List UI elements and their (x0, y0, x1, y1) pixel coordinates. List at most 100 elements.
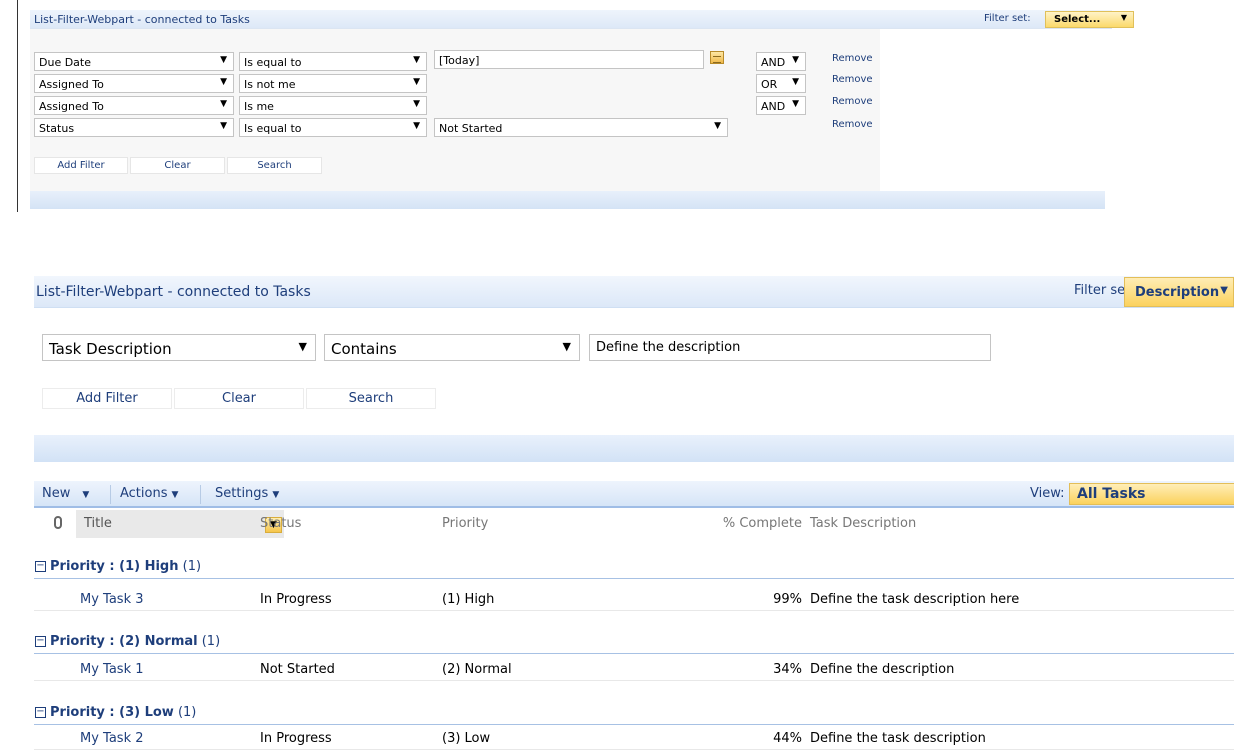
task-priority: (2) Normal (442, 662, 512, 677)
chevron-down-icon: ▼ (220, 55, 227, 65)
chevron-down-icon: ▼ (714, 121, 721, 131)
main-filter-value-input[interactable]: Define the description (589, 334, 991, 361)
top-webpart-title-bar: List-Filter-Webpart - connected to Tasks… (30, 10, 1134, 29)
new-menu-label: New (42, 486, 71, 501)
attachment-icon (54, 516, 62, 529)
list-toolbar: New ▼ Actions ▼ Settings ▼ View: All Tasks … (34, 481, 1234, 508)
filter-4-operator-select[interactable]: Is equal to ▼ (239, 118, 427, 137)
top-filter-set-value: Select... (1054, 14, 1101, 25)
filter-2-operator-select[interactable]: Is not me ▼ (239, 74, 427, 93)
calendar-icon[interactable] (710, 51, 724, 64)
task-description-column-label[interactable]: Task Description (810, 516, 916, 531)
filter-1-conjunction-select[interactable]: AND ▼ (756, 52, 806, 71)
collapse-icon[interactable]: − (35, 707, 46, 718)
main-filter-field-value: Task Description (49, 340, 172, 358)
task-description: Define the task description (810, 731, 986, 746)
view-selector[interactable]: All Tasks ▼ (1069, 483, 1234, 505)
table-row: My Task 3 In Progress (1) High 99% Defin… (34, 589, 1234, 611)
table-row: My Task 2 In Progress (3) Low 44% Define… (34, 728, 1234, 750)
filter-2-remove-link[interactable]: Remove (832, 74, 873, 85)
filter-2-conjunction-value: OR (761, 78, 778, 91)
group-header-text: Priority : (2) Normal (1) (50, 634, 220, 649)
task-pct-complete: 99% (773, 592, 802, 607)
task-title-link[interactable]: My Task 3 (80, 592, 144, 607)
filter-1-operator-select[interactable]: Is equal to ▼ (239, 52, 427, 71)
list-column-header: Title ▼ Status Priority % Complete Task … (34, 510, 1234, 538)
toolbar-separator (110, 485, 111, 504)
task-description: Define the task description here (810, 592, 1020, 607)
task-status: In Progress (260, 592, 332, 607)
filter-1-value-input[interactable]: [Today] (434, 50, 704, 69)
top-clear-button[interactable]: Clear (130, 157, 225, 174)
task-status: In Progress (260, 731, 332, 746)
group-count: (1) (177, 705, 197, 720)
filter-3-operator-select[interactable]: Is me ▼ (239, 96, 427, 115)
main-filter-set-dropdown[interactable]: Description ▼ (1124, 277, 1234, 307)
chevron-down-icon: ▼ (1220, 285, 1228, 296)
top-webpart-footer-bar (30, 191, 1105, 209)
pct-complete-column-label[interactable]: % Complete (704, 516, 802, 531)
main-webpart-title-bar: List-Filter-Webpart - connected to Tasks… (34, 276, 1234, 308)
group-header-text: Priority : (3) Low (1) (50, 705, 196, 720)
top-filter-set-label: Filter set: (984, 13, 1031, 24)
collapse-icon[interactable]: − (35, 561, 46, 572)
chevron-down-icon: ▼ (792, 99, 799, 109)
chevron-down-icon: ▼ (220, 99, 227, 109)
top-search-button[interactable]: Search (227, 157, 322, 174)
chevron-down-icon: ▼ (82, 490, 90, 500)
filter-3-field-value: Assigned To (39, 100, 104, 113)
new-menu[interactable]: New ▼ (42, 486, 89, 501)
main-search-button[interactable]: Search (306, 388, 436, 409)
top-filter-set-dropdown[interactable]: Select... ▼ (1045, 11, 1134, 28)
filter-4-value-select[interactable]: Not Started ▼ (434, 118, 728, 137)
main-webpart-title: List-Filter-Webpart - connected to Tasks (36, 284, 311, 300)
task-title-link[interactable]: My Task 2 (80, 731, 144, 746)
settings-menu[interactable]: Settings ▼ (215, 486, 279, 501)
priority-column-label[interactable]: Priority (442, 516, 488, 531)
task-title-link[interactable]: My Task 1 (80, 662, 144, 677)
status-column-label[interactable]: Status (260, 516, 301, 531)
filter-3-remove-link[interactable]: Remove (832, 96, 873, 107)
chevron-down-icon: ▼ (413, 99, 420, 109)
chevron-down-icon: ▼ (562, 340, 571, 353)
group-header-text: Priority : (1) High (1) (50, 559, 201, 574)
top-add-filter-button[interactable]: Add Filter (34, 157, 128, 174)
filter-1-operator-value: Is equal to (244, 56, 302, 69)
filter-1-remove-link[interactable]: Remove (832, 53, 873, 64)
main-filter-operator-select[interactable]: Contains ▼ (324, 334, 580, 361)
main-clear-button[interactable]: Clear (174, 388, 304, 409)
group-header-high[interactable]: − Priority : (1) High (1) (34, 557, 1234, 579)
filter-2-conjunction-select[interactable]: OR ▼ (756, 74, 806, 93)
settings-menu-label: Settings (215, 486, 269, 501)
chevron-down-icon: ▼ (413, 77, 420, 87)
collapse-icon[interactable]: − (35, 636, 46, 647)
filter-3-field-select[interactable]: Assigned To ▼ (34, 96, 234, 115)
group-label-value: (3) Low (119, 705, 174, 720)
chevron-down-icon: ▼ (792, 55, 799, 65)
chevron-down-icon: ▼ (413, 55, 420, 65)
task-pct-complete: 34% (773, 662, 802, 677)
actions-menu-label: Actions (120, 486, 168, 501)
chevron-down-icon: ▼ (220, 77, 227, 87)
main-webpart-footer-bar (34, 435, 1234, 462)
actions-menu[interactable]: Actions ▼ (120, 486, 178, 501)
filter-2-field-select[interactable]: Assigned To ▼ (34, 74, 234, 93)
chevron-down-icon: ▼ (1120, 13, 1127, 22)
filter-4-field-value: Status (39, 122, 75, 135)
group-header-low[interactable]: − Priority : (3) Low (1) (34, 703, 1234, 725)
view-selector-value: All Tasks (1077, 486, 1146, 502)
filter-4-operator-value: Is equal to (244, 122, 302, 135)
group-header-normal[interactable]: − Priority : (2) Normal (1) (34, 632, 1234, 654)
top-webpart-title: List-Filter-Webpart - connected to Tasks (34, 13, 250, 26)
filter-4-field-select[interactable]: Status ▼ (34, 118, 234, 137)
main-add-filter-button[interactable]: Add Filter (42, 388, 172, 409)
left-border-line (17, 0, 18, 212)
top-filter-webpart: List-Filter-Webpart - connected to Tasks… (0, 0, 1234, 215)
group-label-prefix: Priority : (50, 705, 120, 720)
group-label-prefix: Priority : (50, 559, 120, 574)
group-label-prefix: Priority : (50, 634, 120, 649)
filter-1-field-select[interactable]: Due Date ▼ (34, 52, 234, 71)
filter-3-conjunction-select[interactable]: AND ▼ (756, 96, 806, 115)
main-filter-field-select[interactable]: Task Description ▼ (42, 334, 316, 361)
filter-4-remove-link[interactable]: Remove (832, 119, 873, 130)
